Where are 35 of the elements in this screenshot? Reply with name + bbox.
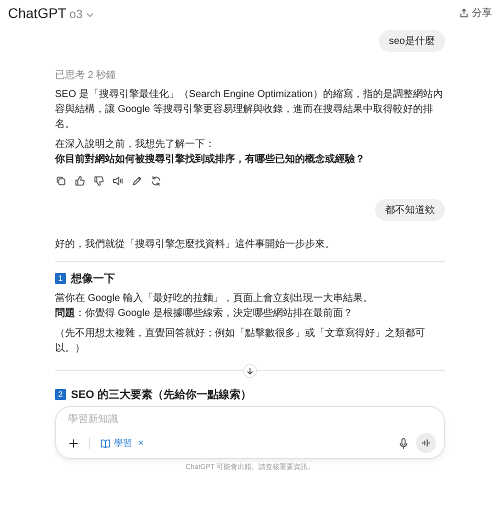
refresh-icon[interactable]	[150, 175, 162, 187]
chevron-icon[interactable]	[86, 12, 94, 18]
share-button[interactable]: 分享	[459, 6, 492, 20]
user-message: 都不知道欸	[375, 199, 445, 221]
voice-button[interactable]	[416, 433, 436, 453]
scroll-down-button[interactable]	[243, 364, 257, 378]
copy-icon[interactable]	[55, 175, 67, 187]
answer-paragraph: 問題：你覺得 Google 是根據哪些線索，決定哪些網站排在最前面？	[55, 306, 354, 321]
study-chip[interactable]: 學習	[100, 436, 132, 450]
waveform-icon	[421, 438, 431, 448]
answer-paragraph: 好的，我們就從「搜尋引擎怎麼找資料」這件事開始一步步來。	[55, 238, 336, 252]
model-selector[interactable]: o3	[69, 7, 83, 21]
app-title: ChatGPT	[8, 5, 66, 21]
user-message: seo是什麼	[378, 30, 445, 52]
answer-paragraph: （先不用想太複雜，直覺回答就好；例如「點擊數很多」或「文章寫得好」之類都可以。）	[55, 326, 426, 356]
answer-paragraph: SEO 是「搜尋引擎最佳化」（Search Engine Optimization）的縮寫，指的是調整網站內容與結構，讓 Google 等搜尋引擎更容易理解與收錄，進而在搜尋結果中取得較好的排名。	[55, 88, 444, 132]
number-badge: 2	[55, 389, 66, 400]
pen-icon[interactable]	[131, 175, 143, 187]
answer-paragraph: 當你在 Google 輸入「最好吃的拉麵」，頁面上會立刻出現一大串結果。	[55, 292, 374, 306]
section-heading: SEO 的三大要素（先給你一點線索）	[71, 388, 252, 402]
thinking-status[interactable]: 已思考 2 秒鐘	[55, 68, 445, 82]
add-button[interactable]	[68, 438, 79, 448]
section-heading: 想像一下	[71, 272, 115, 286]
chip-remove-button[interactable]: ×	[138, 438, 144, 448]
share-icon	[459, 8, 469, 18]
thumbs-down-icon[interactable]	[93, 175, 105, 187]
speaker-icon[interactable]	[112, 175, 124, 187]
arrow-down-icon	[246, 367, 254, 375]
answer-question: 你目前對網站如何被搜尋引擎找到或排序，有哪些已知的概念或經驗？	[55, 152, 366, 167]
thumbs-up-icon[interactable]	[74, 175, 86, 187]
answer-paragraph: 在深入說明之前，我想先了解一下：	[55, 138, 216, 152]
number-badge: 1	[55, 273, 66, 284]
book-icon	[100, 438, 111, 448]
microphone-icon[interactable]	[397, 436, 410, 450]
plus-icon	[68, 438, 79, 448]
